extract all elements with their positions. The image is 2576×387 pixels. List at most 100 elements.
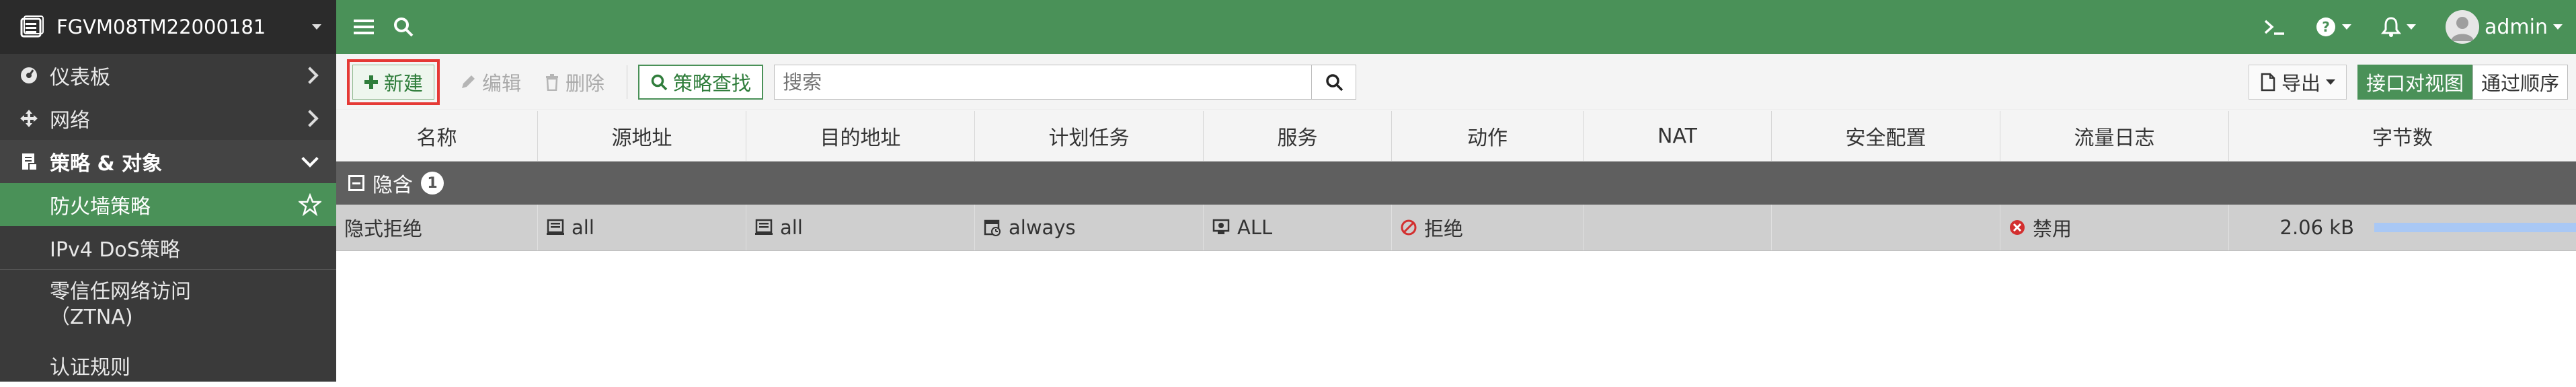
export-label: 导出 [2281, 71, 2320, 95]
column-header-action[interactable]: 动作 [1392, 111, 1584, 161]
trash-icon [546, 73, 559, 91]
column-header-nat[interactable]: NAT [1584, 111, 1772, 161]
top-bar: ? admin [336, 0, 2576, 54]
highlight-box: 新建 [347, 59, 440, 105]
log-value: 禁用 [2033, 217, 2072, 240]
collapse-icon[interactable] [348, 175, 364, 191]
deny-icon [1401, 219, 1417, 236]
device-header[interactable]: FGVM08TM22000181 [0, 0, 336, 54]
star-icon[interactable] [299, 193, 321, 216]
sidebar-item-ipv4-dos-policy[interactable]: IPv4 DoS策略 [0, 226, 336, 269]
help-icon: ? [2316, 17, 2335, 36]
bell-icon [2381, 17, 2401, 37]
sequence-view-button[interactable]: 通过顺序 [2472, 64, 2568, 100]
chevron-down-icon [2553, 24, 2563, 30]
action-value: 拒绝 [1424, 217, 1464, 240]
plus-icon [364, 75, 378, 89]
policy-lookup-button[interactable]: 策略查找 [638, 64, 764, 100]
sidebar-item-policy-objects[interactable]: 策略 & 对象 [0, 140, 336, 183]
search-input[interactable] [774, 64, 1313, 100]
section-label: 隐含 [373, 174, 413, 197]
count-badge: 1 [421, 172, 444, 195]
sidebar-item-ztna[interactable]: 零信任网络访问 （ZTNA) [0, 270, 336, 344]
column-header-security-profiles[interactable]: 安全配置 [1772, 111, 2000, 161]
view-toggle: 接口对视图 通过顺序 [2357, 64, 2568, 100]
service-value[interactable]: ALL [1237, 216, 1272, 239]
schedule-icon [984, 219, 1001, 236]
create-new-button[interactable]: 新建 [352, 64, 435, 100]
sidebar: FGVM08TM22000181 仪表板 网络 策略 & 对象 防火墙策略 IP… [0, 0, 336, 382]
notifications-menu[interactable] [2381, 16, 2416, 38]
device-icon [20, 15, 44, 38]
device-name: FGVM08TM22000181 [56, 15, 266, 38]
export-button[interactable]: 导出 [2248, 64, 2347, 100]
sidebar-item-label: 网络 [50, 109, 90, 133]
column-header-service[interactable]: 服务 [1204, 111, 1392, 161]
pencil-icon [462, 75, 475, 88]
cell-service: ALL [1204, 205, 1392, 250]
policy-name: 隐式拒绝 [344, 217, 423, 240]
chevron-right-icon [301, 110, 319, 127]
bytes-bar [2374, 223, 2576, 232]
table-search [774, 64, 1357, 100]
user-menu[interactable]: admin [2446, 10, 2563, 44]
cell-name: 隐式拒绝 [336, 205, 538, 250]
policy-toolbar: 新建 编辑 删除 策略查找 导出 接口对视图 通过顺序 [336, 54, 2576, 110]
chevron-down-icon [301, 150, 319, 168]
chevron-down-icon [2407, 24, 2416, 30]
delete-label: 删除 [565, 71, 605, 95]
address-object-icon [547, 219, 564, 235]
cell-log: 禁用 [2000, 205, 2229, 250]
search-icon [651, 74, 668, 90]
column-header-source[interactable]: 源地址 [538, 111, 746, 161]
chevron-down-icon [312, 24, 321, 30]
chevron-right-icon [301, 67, 319, 84]
sidebar-item-network[interactable]: 网络 [0, 97, 336, 140]
sidebar-item-label: 零信任网络访问 （ZTNA) [50, 280, 191, 329]
menu-icon[interactable] [354, 17, 374, 36]
delete-button[interactable]: 删除 [533, 65, 616, 100]
svg-text:?: ? [2322, 19, 2330, 35]
sidebar-item-label: 防火墙策略 [50, 195, 151, 219]
sidebar-item-label: 仪表板 [50, 66, 110, 90]
sidebar-item-label: IPv4 DoS策略 [50, 238, 180, 262]
network-move-icon [17, 107, 40, 130]
policy-objects-icon [17, 150, 40, 173]
sidebar-item-auth-rules[interactable]: 认证规则 [0, 344, 336, 387]
column-header-schedule[interactable]: 计划任务 [975, 111, 1204, 161]
column-header-bytes[interactable]: 字节数 [2229, 111, 2576, 161]
column-header-destination[interactable]: 目的地址 [746, 111, 975, 161]
destination-value[interactable]: all [780, 216, 803, 239]
disabled-x-icon [2010, 220, 2025, 235]
policy-table: 名称 源地址 目的地址 计划任务 服务 动作 NAT 安全配置 流量日志 字节数… [336, 111, 2576, 251]
search-icon [1325, 73, 1343, 91]
column-header-log[interactable]: 流量日志 [2000, 111, 2229, 161]
sidebar-item-firewall-policy[interactable]: 防火墙策略 [0, 183, 336, 226]
cell-source: all [538, 205, 746, 250]
section-row-implicit[interactable]: 隐含 1 [336, 162, 2576, 205]
dashboard-icon [17, 64, 40, 87]
source-value[interactable]: all [572, 216, 594, 239]
cell-action: 拒绝 [1392, 205, 1584, 250]
search-icon[interactable] [393, 16, 414, 38]
cell-bytes: 2.06 kB [2229, 205, 2576, 250]
service-icon [1212, 219, 1230, 234]
table-row[interactable]: 隐式拒绝 all all always ALL 拒绝 禁用 2.06 kB [336, 205, 2576, 251]
avatar [2446, 10, 2479, 44]
cell-destination: all [746, 205, 975, 250]
cell-nat [1584, 205, 1772, 250]
schedule-value[interactable]: always [1009, 216, 1076, 239]
table-header: 名称 源地址 目的地址 计划任务 服务 动作 NAT 安全配置 流量日志 字节数 [336, 111, 2576, 162]
username: admin [2485, 15, 2548, 39]
sidebar-item-dashboard[interactable]: 仪表板 [0, 54, 336, 97]
search-submit-button[interactable] [1312, 64, 1357, 100]
create-new-label: 新建 [384, 71, 424, 95]
interface-pair-view-button[interactable]: 接口对视图 [2357, 64, 2472, 100]
cell-security-profiles [1772, 205, 2000, 250]
sidebar-item-label: 策略 & 对象 [50, 152, 163, 176]
bytes-value: 2.06 kB [2279, 216, 2354, 239]
column-header-name[interactable]: 名称 [336, 111, 538, 161]
cli-console-icon[interactable] [2263, 17, 2286, 37]
edit-button[interactable]: 编辑 [448, 65, 533, 100]
help-menu[interactable]: ? [2315, 16, 2351, 38]
